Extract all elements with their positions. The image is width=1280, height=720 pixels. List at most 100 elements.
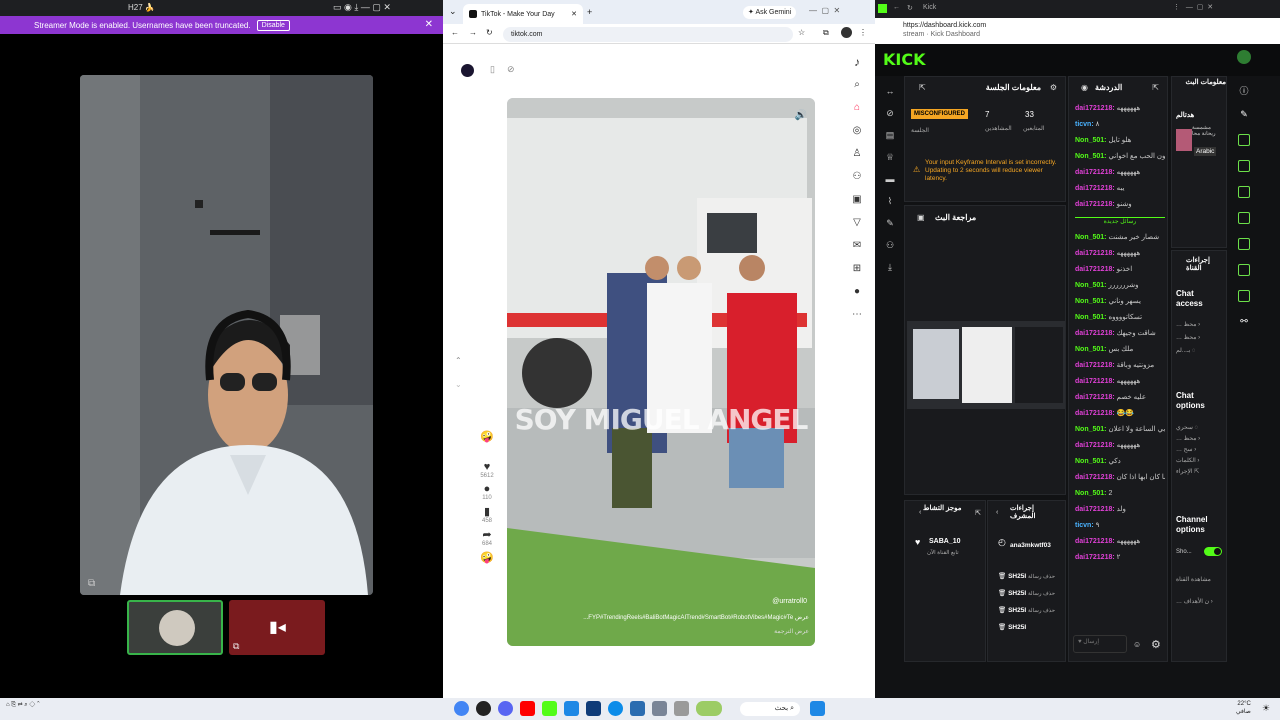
chat-message[interactable]: dai1721218: ولد (1075, 502, 1165, 518)
chat-username[interactable]: dai1721218: (1075, 105, 1115, 112)
chat-input[interactable]: ♥ إرسال (1073, 635, 1127, 653)
trophy-icon[interactable]: ♕ (883, 146, 897, 168)
list-icon[interactable] (1238, 264, 1250, 276)
page-icon[interactable] (1238, 186, 1250, 198)
collapse-icon[interactable]: ↔ (883, 80, 897, 102)
chat-username[interactable]: Non_501: (1075, 346, 1107, 353)
popout-icon[interactable]: ⧉ (88, 578, 95, 589)
kick-address-bar[interactable]: https://dashboard.kick.com stream · Kick… (875, 18, 1280, 44)
expand-icon[interactable]: ⇱ (975, 509, 981, 517)
user-avatar[interactable] (1237, 50, 1251, 64)
search-icon[interactable]: ⌕ (851, 79, 863, 91)
chat-message[interactable]: dai1721218: ههههههه (1075, 165, 1165, 181)
profile-avatar[interactable] (841, 27, 852, 38)
friends-icon[interactable]: ⚇ (851, 171, 863, 183)
chrome-icon[interactable] (454, 701, 469, 716)
device-icon[interactable]: ▯ (490, 64, 495, 75)
chat-username[interactable]: Non_501: (1075, 298, 1107, 305)
following-icon[interactable]: ♙ (851, 148, 863, 160)
stats-icon[interactable]: ▤ (883, 124, 897, 146)
chat-message[interactable]: dai1721218: ههههههه (1075, 438, 1165, 454)
tab-list-icon[interactable]: ⌄ (449, 6, 457, 17)
mute-icon[interactable]: 🔊 (795, 110, 807, 121)
search-box[interactable]: بحث ⌕ (740, 702, 800, 716)
menu-icon[interactable]: ⋮ (859, 28, 867, 37)
chat-message[interactable]: Non_501: هلو تايل (1075, 133, 1165, 149)
chat-message[interactable]: dai1721218: وشنو (1075, 197, 1165, 213)
chat-message[interactable]: dai1721218: يبه (1075, 181, 1165, 197)
tiktok-profile-avatar[interactable] (461, 64, 474, 77)
chat-username[interactable]: dai1721218: (1075, 474, 1115, 481)
reload-icon[interactable]: ↻ (486, 28, 493, 37)
bookmark-icon[interactable]: ☆ (798, 28, 805, 37)
disable-streamer-button[interactable]: Disable (256, 19, 290, 31)
filter-icon[interactable]: ▽ (851, 217, 863, 229)
start-icon[interactable] (810, 701, 825, 716)
window-controls[interactable]: ⋮ — ▢ ✕ (1173, 3, 1213, 11)
chat-message[interactable]: Non_501: 2 (1075, 486, 1165, 502)
link-icon[interactable]: ⊘ (883, 102, 897, 124)
chat-message[interactable]: dai1721218: ههههههه (1075, 101, 1165, 117)
chat-message[interactable]: dai1721218: 😂😂 (1075, 406, 1165, 422)
emoji-icon[interactable]: ☺ (1133, 640, 1141, 649)
chart-icon[interactable]: ⌇ (883, 190, 897, 212)
chat-message[interactable]: Non_501: باعيالنزين ابي الساعة ولا اعلان (1075, 422, 1165, 438)
chat-username[interactable]: dai1721218: (1075, 442, 1115, 449)
chat-access-options[interactable]: … محظ ›… محظ › بـ...لم ◌ (1176, 321, 1222, 354)
chat-username[interactable]: dai1721218: (1075, 506, 1115, 513)
window-controls[interactable]: ▭ ◉ ⤓ — ▢ ✕ (333, 2, 391, 13)
participant-tile-self[interactable] (127, 600, 223, 655)
ask-gemini-button[interactable]: ✦ Ask Gemini (743, 6, 797, 19)
chat-username[interactable]: ticvn: (1075, 121, 1094, 128)
chat-message[interactable]: Non_501: شصار خير مشنت (1075, 230, 1165, 246)
paint-icon[interactable] (652, 701, 667, 716)
tools-icon[interactable]: ✎ (883, 212, 897, 234)
chat-username[interactable]: Non_501: (1075, 458, 1107, 465)
bolt-icon[interactable] (1238, 160, 1250, 172)
chat-message[interactable]: dai1721218: اخذنو (1075, 262, 1165, 278)
chat-options-list[interactable]: سحري ◌… محظ ›… سح › الكلمات › الإجراء ⇱ (1176, 423, 1222, 478)
settings-icon[interactable]: ⊘ (507, 64, 515, 75)
expand-icon[interactable]: ⇱ (919, 83, 926, 92)
stream-preview[interactable] (907, 321, 1065, 409)
popout-icon[interactable]: ⧉ (233, 641, 239, 652)
tab-tiktok[interactable]: TikTok - Make Your Day ✕ (463, 4, 583, 24)
chat-message[interactable]: ticvn: ٩ (1075, 518, 1165, 534)
chat-username[interactable]: Non_501: (1075, 234, 1107, 241)
chat-bubble-icon[interactable] (1238, 212, 1250, 224)
edit-icon[interactable]: ✎ (1235, 109, 1253, 120)
chat-message[interactable]: Non_501: مايجيك تاكو الا حلاوة اكون الحب… (1075, 149, 1165, 165)
like-button[interactable]: ♥ 5612 (475, 461, 499, 479)
chat-message[interactable]: dai1721218: عليه خصم (1075, 390, 1165, 406)
kick-icon[interactable] (542, 701, 557, 716)
channel-options-list[interactable]: مشاهدة القناة… ن الأهداف › (1176, 569, 1213, 613)
explore-icon[interactable]: ◎ (851, 125, 863, 137)
chat-username[interactable]: Non_501: (1075, 137, 1107, 144)
chevron-icon[interactable]: ‹ (919, 509, 921, 516)
chat-message[interactable]: dai1721218: مزونتيه وباقة (1075, 358, 1165, 374)
kick-tab-title[interactable]: Kick (923, 4, 936, 11)
new-tab-icon[interactable]: + (587, 7, 592, 17)
chat-username[interactable]: dai1721218: (1075, 362, 1115, 369)
download-icon[interactable]: ⤓ (883, 256, 897, 278)
video-icon[interactable]: ▬ (883, 168, 897, 190)
chat-username[interactable]: ticvn: (1075, 522, 1094, 529)
code-icon[interactable] (1238, 238, 1250, 250)
chat-username[interactable]: dai1721218: (1075, 185, 1115, 192)
video-player[interactable]: SOY MIGUEL ANGEL @urratroll0 ...FYP#Tren… (507, 98, 815, 646)
youtube-icon[interactable] (520, 701, 535, 716)
widget-icon[interactable] (696, 701, 722, 716)
chat-settings-icon[interactable]: ⚙ (1151, 638, 1161, 651)
chat-username[interactable]: Non_501: (1075, 426, 1107, 433)
translate-link[interactable]: عرض الترجمة (774, 628, 809, 635)
chat-message[interactable]: Non_501: ملك بس (1075, 342, 1165, 358)
chat-username[interactable]: Non_501: (1075, 490, 1107, 497)
featured-user[interactable]: SABA_10 (929, 538, 961, 545)
messages-icon[interactable]: ✉ (851, 240, 863, 252)
video-handle[interactable]: @urratroll0 (772, 598, 807, 605)
share-button[interactable]: ➦ 684 (475, 528, 499, 547)
tray-left[interactable]: ⌂ ⎘ ⇄ ⌕ ◇ ⌃ (6, 702, 40, 709)
chat-username[interactable]: dai1721218: (1075, 394, 1115, 401)
settings-icon[interactable]: ⚙ (1050, 83, 1057, 92)
reload-icon[interactable]: ↻ (907, 4, 913, 12)
